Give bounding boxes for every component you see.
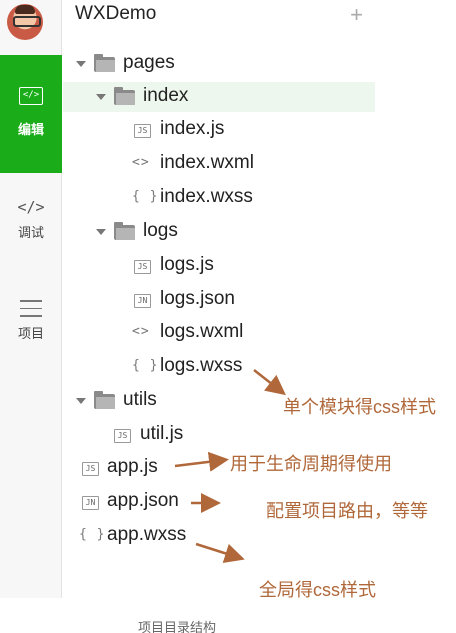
annotation-lifecycle: 用于生命周期得使用: [230, 454, 392, 474]
arrow-module-style: [253, 369, 286, 396]
figure-caption: 项目目录结构: [138, 620, 217, 633]
arrow-lifecycle: [174, 451, 229, 472]
annotation-module-style: 单个模块得css样式: [283, 397, 436, 417]
arrow-global-style: [195, 542, 245, 563]
annotation-routing: 配置项目路由，等等: [266, 501, 428, 521]
annotation-arrows: [174, 369, 286, 563]
annotation-global-style: 全局得css样式: [259, 580, 376, 600]
